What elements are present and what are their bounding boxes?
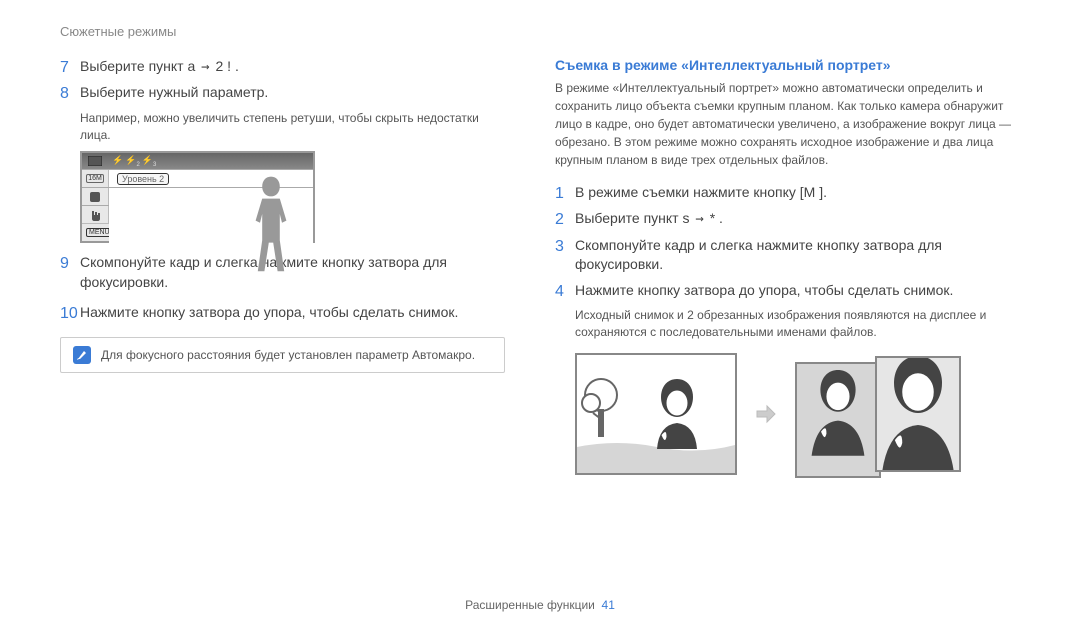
note-box: Для фокусного расстояния будет установле… <box>60 337 505 373</box>
step-10: 10 Нажмите кнопку затвора до упора, чтоб… <box>60 303 505 325</box>
hand-icon <box>82 206 109 223</box>
step-4-sub: Исходный снимок и 2 обрезанных изображен… <box>575 307 1020 341</box>
step-text: Выберите пункт a → 2 ! . <box>80 57 505 79</box>
step-text: В режиме съемки нажмите кнопку [M ]. <box>575 183 1020 205</box>
step7-tail: 2 ! . <box>216 58 239 74</box>
level-pill: Уровень 2 <box>117 173 169 185</box>
page-footer: Расширенные функции 41 <box>0 598 1080 612</box>
step-1: 1 В режиме съемки нажмите кнопку [M ]. <box>555 183 1020 205</box>
section-title: Съемка в режиме «Интеллектуальный портре… <box>555 57 1020 73</box>
crop-frame-2 <box>875 356 961 472</box>
step2-prefix: Выберите пункт s <box>575 210 689 226</box>
step-text: Скомпонуйте кадр и слегка нажмите кнопку… <box>575 236 1020 275</box>
footer-label: Расширенные функции <box>465 598 595 612</box>
step-text: Скомпонуйте кадр и слегка нажмите кнопку… <box>80 253 505 292</box>
lcd-preview: ⚡ ⚡2 ⚡3 16M Уровень 2 <box>80 151 315 243</box>
crop-frame-1 <box>795 362 881 478</box>
step7-prefix: Выберите пункт a <box>80 58 195 74</box>
step-3: 3 Скомпонуйте кадр и слегка нажмите кноп… <box>555 236 1020 275</box>
step-number: 7 <box>60 57 80 79</box>
size-icon: 16M <box>82 170 109 187</box>
footer-page-number: 41 <box>602 598 615 612</box>
right-arrow-icon: → <box>693 211 705 227</box>
right-column: Съемка в режиме «Интеллектуальный портре… <box>555 57 1020 475</box>
step2-tail: * . <box>710 210 723 226</box>
page-header: Сюжетные режимы <box>60 24 1020 39</box>
step-number: 2 <box>555 209 575 231</box>
step-2: 2 Выберите пункт s → * . <box>555 209 1020 231</box>
step-text: Выберите нужный параметр. <box>80 83 505 105</box>
step-8: 8 Выберите нужный параметр. <box>60 83 505 105</box>
left-column: 7 Выберите пункт a → 2 ! . 8 Выберите ну… <box>60 57 505 475</box>
step-9: 9 Скомпонуйте кадр и слегка нажмите кноп… <box>60 253 505 292</box>
step-text: Нажмите кнопку затвора до упора, чтобы с… <box>80 303 505 325</box>
step-8-sub: Например, можно увеличить степень ретуши… <box>80 110 505 144</box>
step-number: 1 <box>555 183 575 205</box>
lcd-top-toolbar: ⚡ ⚡2 ⚡3 <box>82 153 313 169</box>
note-icon <box>73 346 91 364</box>
original-shot-frame <box>575 353 737 475</box>
flash-opt-2-icon: ⚡2 <box>125 155 140 168</box>
step-7: 7 Выберите пункт a → 2 ! . <box>60 57 505 79</box>
arrow-right-icon <box>751 399 781 429</box>
step-number: 10 <box>60 303 80 325</box>
section-intro: В режиме «Интеллектуальный портрет» можн… <box>555 79 1020 169</box>
smart-portrait-illustration <box>575 353 1020 475</box>
flash-opt-1-icon: ⚡ <box>112 155 123 168</box>
step-text: Нажмите кнопку затвора до упора, чтобы с… <box>575 281 1020 303</box>
step-number: 9 <box>60 253 80 292</box>
right-arrow-icon: → <box>199 59 211 75</box>
step-number: 4 <box>555 281 575 303</box>
flash-opt-3-icon: ⚡3 <box>142 155 157 168</box>
face-icon <box>82 188 109 205</box>
step-4: 4 Нажмите кнопку затвора до упора, чтобы… <box>555 281 1020 303</box>
step-number: 3 <box>555 236 575 275</box>
crop-result-frames <box>795 356 961 472</box>
note-text: Для фокусного расстояния будет установле… <box>101 348 475 362</box>
flash-icon <box>88 156 102 166</box>
step-text: Выберите пункт s → * . <box>575 209 1020 231</box>
step-number: 8 <box>60 83 80 105</box>
